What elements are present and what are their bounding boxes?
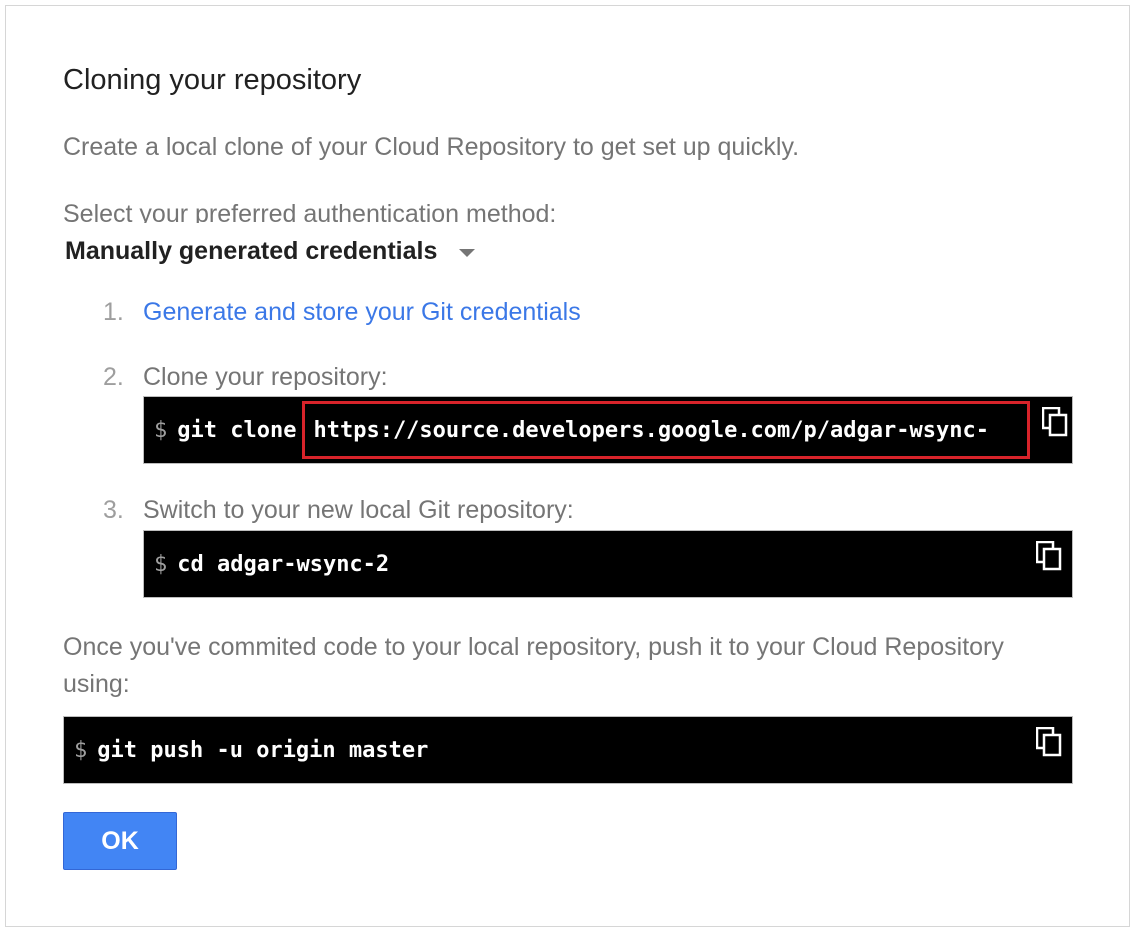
ok-button[interactable]: OK <box>63 812 177 870</box>
push-instructions: Once you've commited code to your local … <box>63 633 1004 698</box>
intro-text: Create a local clone of your Cloud Repos… <box>63 133 800 161</box>
shell-prompt: $ <box>154 551 168 577</box>
step-text: Clone your repository: <box>143 363 388 391</box>
step-1: 1. Generate and store your Git credentia… <box>103 298 581 327</box>
clone-url: https://source.developers.google.com/p/a… <box>313 417 989 443</box>
copy-icon[interactable] <box>1036 541 1062 571</box>
shell-prompt: $ <box>74 737 88 763</box>
auth-method-dropdown[interactable]: Manually generated credentials <box>65 237 476 266</box>
step-2: 2. Clone your repository: <box>103 363 388 392</box>
step-number: 2. <box>103 363 124 391</box>
clone-command-box[interactable]: $ git clone https://source.developers.go… <box>143 396 1073 464</box>
chevron-down-icon <box>459 248 476 257</box>
clone-command: git clone <box>177 417 297 443</box>
dialog-title: Cloning your repository <box>63 64 362 96</box>
auth-method-selected: Manually generated credentials <box>65 237 438 265</box>
clone-url-highlight[interactable]: https://source.developers.google.com/p/a… <box>302 401 1031 459</box>
auth-method-label: Select your preferred authentication met… <box>63 200 557 223</box>
generate-credentials-link[interactable]: Generate and store your Git credentials <box>143 298 581 327</box>
copy-icon[interactable] <box>1042 407 1068 437</box>
copy-icon[interactable] <box>1036 727 1062 757</box>
push-command-box[interactable]: $ git push -u origin master <box>63 716 1073 784</box>
step-3: 3. Switch to your new local Git reposito… <box>103 496 574 525</box>
step-number: 3. <box>103 496 124 524</box>
push-command: git push -u origin master <box>97 737 429 763</box>
cd-command: cd adgar-wsync-2 <box>177 551 390 577</box>
step-text: Switch to your new local Git repository: <box>143 496 574 524</box>
shell-prompt: $ <box>154 417 168 443</box>
clone-repository-dialog: Cloning your repository Create a local c… <box>5 5 1130 927</box>
cd-command-box[interactable]: $ cd adgar-wsync-2 <box>143 530 1073 598</box>
step-number: 1. <box>103 298 124 326</box>
